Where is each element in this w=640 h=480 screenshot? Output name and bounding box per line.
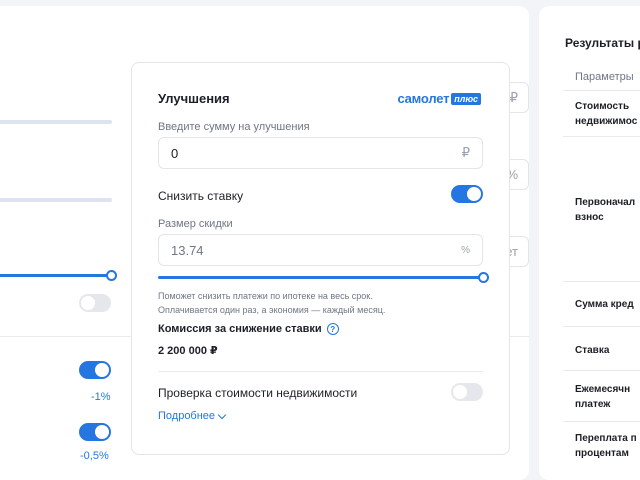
discount-size-value: 13.74 <box>171 242 204 258</box>
row-label: процентам <box>575 448 629 459</box>
discount-size-label: Размер скидки <box>158 218 233 230</box>
toggle-knob <box>467 187 481 201</box>
price-slider-track[interactable] <box>0 120 112 124</box>
results-divider <box>563 136 640 137</box>
toggle-knob <box>81 296 95 310</box>
commission-heading: Комиссия за снижение ставки ? <box>158 323 339 335</box>
improvements-card: Улучшения самолет плюс Введите сумму на … <box>131 62 510 455</box>
brand-name: самолет <box>397 91 450 106</box>
samolet-plus-logo: самолет плюс <box>397 91 481 106</box>
row-label: Переплата п <box>575 433 637 444</box>
row-label: недвижимос <box>575 116 638 127</box>
result-row-loan-sum: Сумма кред <box>575 297 634 312</box>
toggle-knob <box>453 385 467 399</box>
discount-value-1: -1% <box>91 391 111 403</box>
discount-slider[interactable] <box>158 272 489 284</box>
note-line-1: Поможет снизить платежи по ипотеке на ве… <box>158 291 373 301</box>
discount-toggle-1[interactable] <box>79 361 111 379</box>
results-divider <box>563 281 640 282</box>
discount-value-2: -0,5% <box>80 450 109 462</box>
row-label: Первоначал <box>575 197 636 208</box>
results-divider <box>563 90 640 91</box>
discount-slider-track <box>158 276 484 279</box>
card-title: Улучшения <box>158 91 230 106</box>
results-divider <box>563 421 640 422</box>
results-title: Результаты р <box>565 36 640 50</box>
currency-unit: ₽ <box>509 89 518 105</box>
row-label: Ежемесячн <box>575 384 631 395</box>
row-label: взнос <box>575 212 604 223</box>
result-row-monthly-payment: Ежемесячн платеж <box>575 382 630 412</box>
commission-amount: 2 200 000 ₽ <box>158 345 218 357</box>
row-label: Стоимость <box>575 101 630 112</box>
more-details-link[interactable]: Подробнее <box>158 410 227 422</box>
row-label: Ставка <box>575 345 610 356</box>
currency-unit: ₽ <box>461 145 470 160</box>
result-row-price: Стоимость недвижимос <box>575 99 637 129</box>
discount-size-input[interactable]: 13.74 % <box>158 234 483 266</box>
reduce-rate-label: Снизить ставку <box>158 189 244 203</box>
row-label: платеж <box>575 399 611 410</box>
improvement-sum-label: Введите сумму на улучшения <box>158 121 310 133</box>
results-divider <box>563 370 640 371</box>
result-row-overpayment: Переплата п процентам <box>575 431 637 461</box>
improvement-sum-input[interactable]: 0 ₽ <box>158 137 483 169</box>
row-label: Сумма кред <box>575 299 634 310</box>
result-row-down-payment: Первоначал взнос <box>575 195 635 225</box>
results-column-header: Параметры <box>575 71 634 83</box>
left-option-toggle[interactable] <box>79 294 111 312</box>
help-circle-icon[interactable]: ? <box>326 323 339 335</box>
calculator-panel: ₽ 58,33 % 30 лет -1% -0,5% Улучшения сам… <box>0 6 529 480</box>
results-panel: Результаты р Параметры Стоимость недвижи… <box>539 6 640 480</box>
chevron-down-icon <box>217 410 227 419</box>
term-slider-track[interactable] <box>0 274 112 277</box>
down-payment-slider-track[interactable] <box>0 198 112 202</box>
discount-slider-handle[interactable] <box>478 272 489 283</box>
toggle-knob <box>95 425 109 439</box>
reduce-rate-toggle[interactable] <box>451 185 483 203</box>
property-check-toggle[interactable] <box>451 383 483 401</box>
toggle-knob <box>95 363 109 377</box>
card-divider <box>158 371 483 372</box>
results-divider <box>563 326 640 327</box>
brand-plus-badge: плюс <box>451 92 481 105</box>
note-line-2: Оплачивается один раз, а экономия — кажд… <box>158 305 386 315</box>
result-row-rate: Ставка <box>575 343 609 358</box>
commission-label: Комиссия за снижение ставки <box>158 323 322 335</box>
more-details-label: Подробнее <box>158 410 216 422</box>
property-check-label: Проверка стоимости недвижимости <box>158 386 358 400</box>
improvement-sum-value: 0 <box>171 145 179 161</box>
percent-unit: % <box>461 244 470 256</box>
discount-toggle-2[interactable] <box>79 423 111 441</box>
term-slider-handle[interactable] <box>106 270 117 281</box>
